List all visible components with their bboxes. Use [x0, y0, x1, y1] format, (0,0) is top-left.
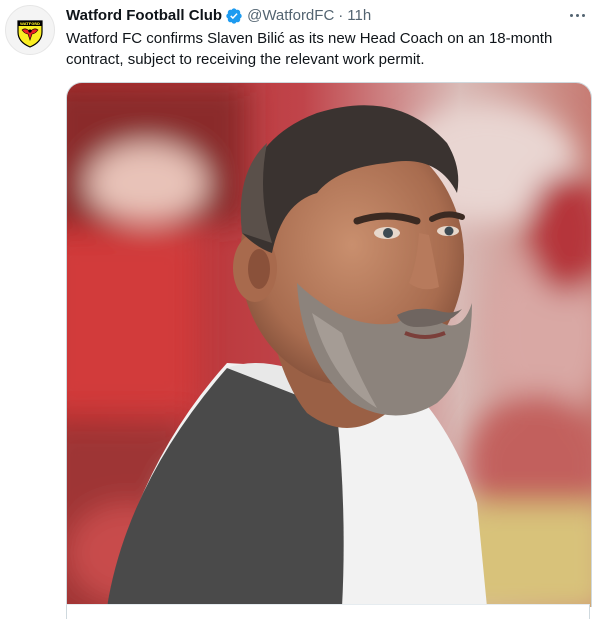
ellipsis-icon[interactable] [566, 6, 588, 24]
watford-crest-icon: WATFORD [17, 20, 43, 48]
photo-bottom-edge [66, 604, 590, 619]
tweet-header: Watford Football Club @WatfordFC · 11h [66, 5, 371, 27]
verified-badge-icon [226, 8, 242, 24]
avatar-crest-text: WATFORD [20, 22, 40, 26]
tweet-timestamp[interactable]: 11h [347, 6, 371, 26]
photo-illustration [67, 83, 591, 607]
author-display-name[interactable]: Watford Football Club [66, 6, 222, 26]
author-handle[interactable]: @WatfordFC [247, 6, 334, 26]
avatar[interactable]: WATFORD [5, 5, 55, 55]
tweet-photo[interactable] [66, 82, 592, 607]
tweet[interactable]: WATFORD Watford Football Club @WatfordFC… [0, 0, 600, 619]
separator-dot: · [338, 7, 344, 24]
tweet-text: Watford FC confirms Slaven Bilić as its … [66, 30, 553, 68]
